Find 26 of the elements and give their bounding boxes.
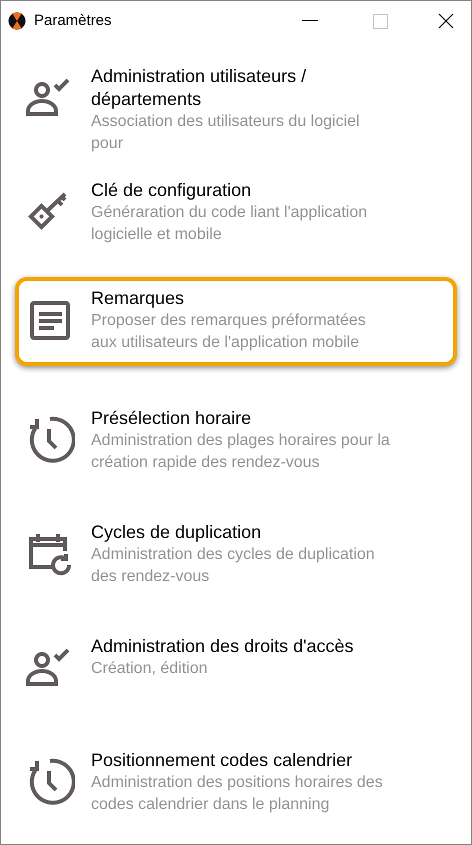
minimize-icon xyxy=(302,20,318,22)
item-description: Création, édition xyxy=(91,659,209,679)
item-description: Administration des plages horaires pour la création rapide des rendez-vous xyxy=(91,431,391,473)
settings-item[interactable]: Présélection horaire Administration des plages horaires pour la création rapide des rendez-vous xyxy=(15,401,457,478)
item-title: Clé de configuration xyxy=(91,179,252,202)
app-logo-icon xyxy=(8,12,26,30)
item-description: Administration des positions horaires des codes calendrier dans le planning xyxy=(91,773,384,815)
settings-item[interactable]: Cycles de duplication Administration des cycles de duplication des rendez-vous xyxy=(15,515,457,592)
settings-item[interactable]: Administration des droits d'accès Création, édition xyxy=(15,629,457,697)
item-title: Positionnement codes calendrier xyxy=(91,749,354,772)
maximize-icon xyxy=(372,14,388,28)
item-description: Administration des cycles de duplication des rendez-vous xyxy=(91,545,376,587)
settings-item[interactable]: Clé de configuration Généraration du code liant l'application logicielle et mobile xyxy=(15,173,457,250)
item-title: Remarques xyxy=(91,287,186,310)
settings-item[interactable]: Administration utilisateurs / départements Association des utilisateurs du logiciel pour xyxy=(15,59,457,159)
item-title: Administration des droits d'accès xyxy=(91,635,355,658)
item-title: Administration utilisateurs / départements xyxy=(91,65,308,111)
window-title: Paramètres xyxy=(34,10,112,31)
item-description: Généraration du code liant l'application logicielle et mobile xyxy=(91,203,368,245)
close-icon xyxy=(438,13,454,29)
settings-item[interactable]: Positionnement codes calendrier Administration des positions horaires des codes calendrier dans le planning xyxy=(15,743,457,820)
item-title: Cycles de duplication xyxy=(91,521,262,544)
settings-item[interactable]: Remarques Proposer des remarques préformatées aux utilisateurs de l'application mobile xyxy=(15,277,457,366)
item-description: Proposer des remarques préformatées aux utilisateurs de l'application mobile xyxy=(91,311,367,353)
item-description: Association des utilisateurs du logiciel pour xyxy=(91,112,361,154)
item-title: Présélection horaire xyxy=(91,407,252,430)
